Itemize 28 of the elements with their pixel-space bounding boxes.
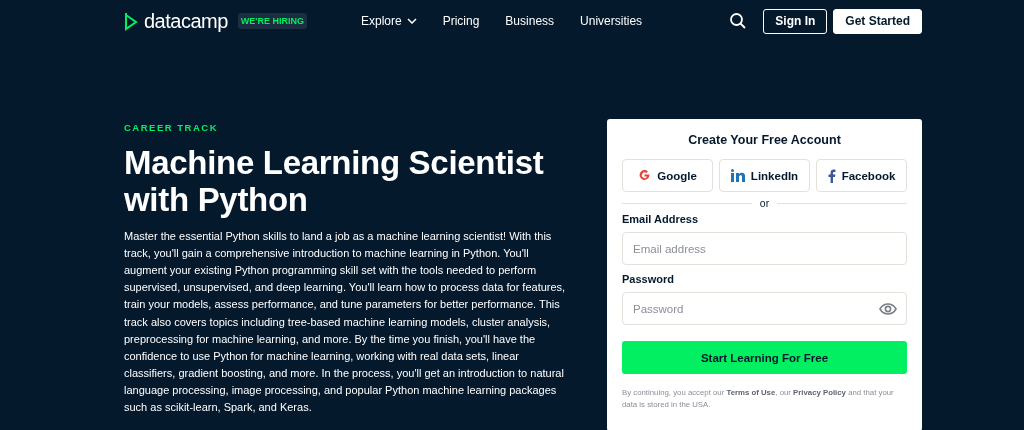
track-description: Master the essential Python skills to land a job as a machine learning scientist! With this track, you'll gain a comprehensive introduction to machine learning in Python. You'll augment your existing Python programming skill set with the tools needed to perform supervised, unsupervised, and deep learning. You'll learn how to process data for features, train your models, assess performance, and tune parameters for better performance. This track also covers topics including tree-based machine learning models, cluster analysis, preprocessing for machine learning, and more. By the time you finish, you'll have the confidence to use Python for machine learning, working with real data sets, linear classifiers, gradient boosting, and more. In the process, you'll get an introduction to natural language processing, image processing, and popular Python machine learning packages such as scikit-learn, Spark, and Keras. [124,229,567,416]
get-started-button[interactable]: Get Started [833,8,922,34]
sign-in-button[interactable]: Sign In [763,8,828,34]
nav-link[interactable]: Business [505,14,555,28]
start-learning-button[interactable]: Start Learning For Free [622,341,907,374]
linkedin-icon [730,169,745,182]
eye-icon[interactable] [879,302,897,315]
nav-link[interactable]: Universities [580,14,643,28]
email-field[interactable]: Email address [622,232,907,265]
google-sign-in-button[interactable]: Google [622,159,713,192]
field-label: Email Address [622,213,699,225]
form-title: Create Your Free Account [687,133,842,147]
eyebrow-label: CAREER TRACK [124,121,219,135]
google-g-icon [638,169,652,182]
search-icon[interactable] [729,12,748,30]
facebook-f-icon [827,168,836,183]
nav-link[interactable]: Pricing [442,14,480,28]
logo-icon [124,11,138,31]
hiring-badge[interactable]: WE'RE HIRING [237,13,307,29]
logo-wordmark[interactable]: datacamp [144,9,228,33]
linkedin-sign-in-button[interactable]: LinkedIn [719,159,810,192]
password-field[interactable]: Password [622,292,907,325]
nav-link[interactable]: Explore [361,14,417,28]
field-label: Password [622,273,675,285]
facebook-sign-in-button[interactable]: Facebook [816,159,907,192]
page-title: Machine Learning Scientist with Python [124,144,545,219]
chevron-down-icon [406,18,417,24]
or-divider-label: or [759,197,770,209]
